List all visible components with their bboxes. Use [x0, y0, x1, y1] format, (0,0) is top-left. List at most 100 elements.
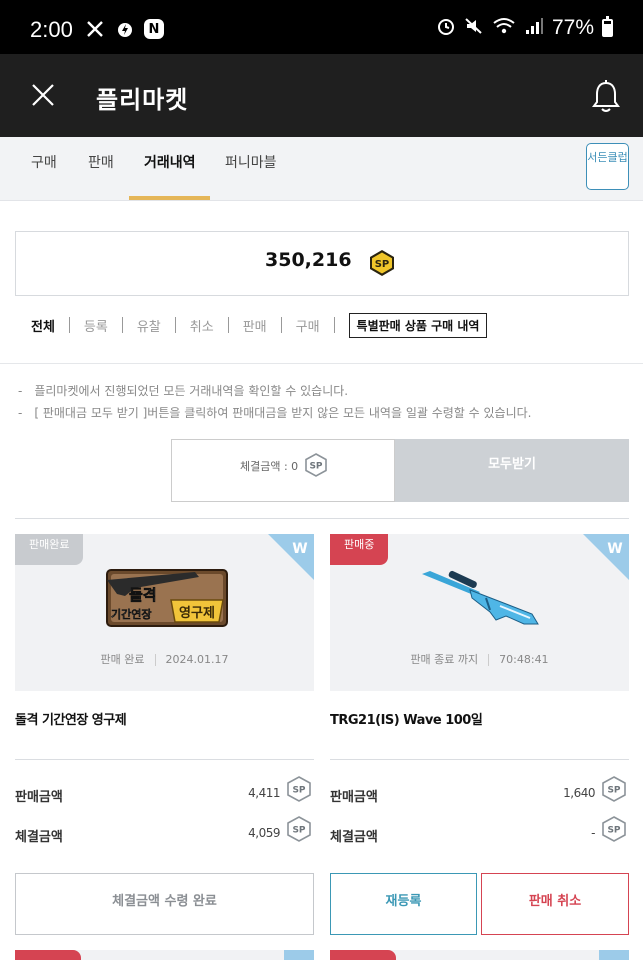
status-badge	[15, 950, 81, 960]
missed-call-icon	[84, 18, 106, 40]
item-remaining-time: 70:48:41	[499, 653, 549, 666]
trade-card: 판매중 W 판매 종료 까지 70:48:41 TRG21(IS) Wave 10…	[330, 534, 629, 852]
active-tab-indicator	[129, 196, 210, 200]
svg-text:SP: SP	[292, 826, 305, 836]
relist-button[interactable]: 재등록	[330, 873, 477, 935]
sudden-club-button[interactable]: 서든클럽	[586, 143, 629, 190]
settlement-bar: 체결금액 : 0 SP 모두받기	[171, 439, 629, 502]
settled-price-label: 체결금액	[15, 830, 63, 845]
sniper-rifle-image	[422, 570, 539, 625]
filter-divider	[68, 317, 70, 333]
item-thumbnail[interactable]: 판매완료 W 돌격 기간연장 영구제 판매 완료 2024.01.17	[15, 534, 314, 691]
n-app-icon: N	[144, 19, 164, 39]
sp-icon: SP	[602, 816, 626, 842]
status-right-icons: 77%	[436, 16, 613, 40]
note-item: -[ 판매대금 모두 받기 ]버튼을 클릭하여 판매대금을 받지 않은 모든 내…	[18, 406, 532, 420]
battery-icon	[602, 16, 613, 37]
settled-price-value: -	[591, 826, 595, 840]
lightning-app-icon	[114, 18, 136, 40]
history-filter: 전체 등록 유찰 취소 판매 구매 특별판매 상품 구매 내역	[31, 312, 488, 338]
sp-icon: SP	[287, 816, 311, 842]
sale-price-row: 판매금액 4,411 SP	[15, 772, 314, 812]
balance-box: 350,216 SP	[15, 231, 629, 296]
w-corner-tag: W	[583, 534, 629, 580]
tab-history[interactable]: 거래내역	[144, 152, 196, 172]
app-header: 플리마켓	[0, 54, 643, 137]
status-badge: 판매중	[330, 534, 389, 565]
item-name: 돌격 기간연장 영구제	[15, 713, 127, 728]
settled-price-value: 4,059	[248, 826, 280, 840]
sp-icon: SP	[602, 776, 626, 802]
sale-price-row: 판매금액 1,640 SP	[330, 772, 629, 812]
filter-registered[interactable]: 등록	[84, 316, 108, 335]
sp-icon: SP	[287, 776, 311, 802]
status-left-icons: N	[84, 18, 164, 40]
card-divider	[15, 759, 314, 760]
battery-percent: 77%	[551, 16, 594, 39]
svg-text:영구제: 영구제	[179, 606, 215, 621]
svg-text:W: W	[292, 541, 307, 557]
tab-sell[interactable]: 판매	[88, 152, 114, 172]
filter-divider	[174, 317, 176, 333]
special-sale-history-button[interactable]: 특별판매 상품 구매 내역	[348, 312, 488, 338]
item-status: 판매 종료 까지	[410, 653, 479, 666]
note-item: - 플리마켓에서 진행되었던 모든 거래내역을 확인할 수 있습니다.	[18, 384, 349, 398]
filter-divider	[280, 317, 282, 333]
filter-cancelled[interactable]: 취소	[190, 316, 214, 335]
svg-text:돌격: 돌격	[129, 586, 157, 604]
settlement-amount-box: 체결금액 : 0 SP	[171, 439, 395, 502]
item-name: TRG21(IS) Wave 100일	[330, 713, 483, 728]
svg-text:기간연장: 기간연장	[111, 607, 151, 621]
svg-text:SP: SP	[607, 826, 620, 836]
item-date: 2024.01.17	[165, 653, 229, 666]
sale-price-value: 4,411	[248, 786, 280, 800]
filter-all[interactable]: 전체	[31, 316, 55, 335]
sale-price-value: 1,640	[563, 786, 595, 800]
filter-divider	[121, 317, 123, 333]
info-notes: - 플리마켓에서 진행되었던 모든 거래내역을 확인할 수 있습니다. -[ 판매…	[18, 380, 532, 424]
section-divider	[0, 363, 643, 364]
settlement-received-button[interactable]: 체결금액 수령 완료	[15, 873, 314, 935]
item-status: 판매 완료	[100, 653, 145, 666]
next-trade-card-peek[interactable]	[330, 950, 629, 960]
alarm-icon	[436, 16, 456, 40]
svg-text:SP: SP	[607, 786, 620, 796]
filter-divider	[227, 317, 229, 333]
svg-text:SP: SP	[309, 462, 322, 472]
filter-unsold[interactable]: 유찰	[137, 316, 161, 335]
tab-buy[interactable]: 구매	[31, 152, 57, 172]
settled-price-row: 체결금액 - SP	[330, 812, 629, 852]
sp-icon: SP	[305, 453, 327, 477]
w-corner-tag	[599, 950, 629, 960]
filter-bought[interactable]: 구매	[296, 316, 320, 335]
cancel-sale-button[interactable]: 판매 취소	[481, 873, 629, 935]
sp-coin-text: SP	[375, 259, 390, 270]
receive-all-button[interactable]: 모두받기	[395, 439, 629, 502]
mute-icon	[464, 16, 484, 40]
sale-price-label: 판매금액	[330, 790, 378, 805]
status-badge	[330, 950, 396, 960]
item-status-line: 판매 완료 2024.01.17	[15, 651, 314, 667]
sp-coin-gold-icon: SP	[370, 250, 394, 276]
status-badge: 판매완료	[15, 534, 84, 565]
card-divider	[330, 759, 629, 760]
sale-price-label: 판매금액	[15, 790, 63, 805]
w-corner-tag	[284, 950, 314, 960]
tab-funny-marble[interactable]: 퍼니마블	[225, 152, 277, 172]
w-corner-tag: W	[268, 534, 314, 580]
item-thumbnail[interactable]: 판매중 W 판매 종료 까지 70:48:41	[330, 534, 629, 691]
status-bar: 2:00 N 77%	[0, 0, 643, 54]
svg-text:SP: SP	[292, 786, 305, 796]
bell-icon[interactable]	[591, 78, 621, 114]
filter-sold[interactable]: 판매	[243, 316, 267, 335]
balance-value: 350,216	[265, 249, 352, 271]
status-time: 2:00	[30, 17, 73, 42]
next-trade-card-peek[interactable]	[15, 950, 314, 960]
tab-bar: 구매 판매 거래내역 퍼니마블	[0, 137, 643, 201]
wifi-icon	[492, 16, 516, 40]
close-icon[interactable]	[30, 82, 56, 108]
page-title: 플리마켓	[96, 86, 189, 114]
svg-text:W: W	[607, 541, 622, 557]
item-status-line: 판매 종료 까지 70:48:41	[330, 651, 629, 667]
filter-divider	[333, 317, 335, 333]
